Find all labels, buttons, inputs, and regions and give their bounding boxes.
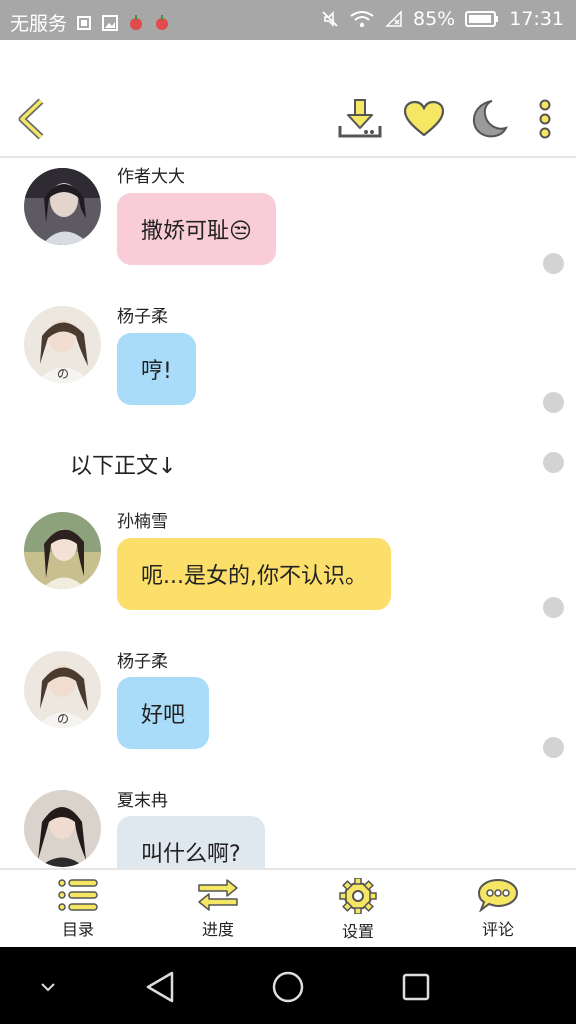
sender-name: 夏末冉 [117,791,168,811]
signal-icon [385,10,402,27]
avatar[interactable]: の [24,306,101,383]
message-dot[interactable] [543,452,564,473]
chevron-down-icon [41,983,55,992]
download-button[interactable] [337,96,383,142]
swap-arrows-icon [198,879,238,911]
bottom-nav: 目录 进度 设置 评论 [0,868,576,947]
message-bubble[interactable]: 哼! [117,333,196,405]
svg-text:の: の [57,712,69,726]
more-vertical-icon [539,99,551,139]
narration-text: 以下正文↓ [70,454,177,479]
recents-nav-button[interactable] [396,967,436,1007]
gear-icon [339,878,377,914]
sender-name: 孙楠雪 [117,512,168,532]
wifi-icon [350,11,374,28]
square-recents-icon [402,973,430,1001]
message-bubble[interactable]: 叫什么啊? [117,816,265,868]
reader-toolbar [0,40,576,158]
chevron-left-icon [18,98,44,140]
message-bubble[interactable]: 好吧 [117,677,210,749]
home-nav-button[interactable] [268,967,308,1007]
mute-icon [322,11,338,27]
battery-icon [465,11,499,27]
message-dot[interactable] [543,392,564,413]
status-bar: 无服务 85% 17:31 [0,0,576,40]
sender-name: 作者大大 [117,167,185,187]
usb-icon [77,15,92,30]
more-button[interactable] [522,96,568,142]
heart-icon [403,100,445,137]
avatar[interactable] [24,512,101,589]
system-nav-bar [0,947,576,1024]
hide-nav-button[interactable] [28,967,68,1007]
app-notification-icon [156,14,169,30]
favorite-button[interactable] [401,96,447,142]
night-mode-button[interactable] [465,96,511,142]
sender-name: 杨子柔 [117,307,168,327]
nav-settings[interactable]: 设置 [308,878,408,942]
nav-catalog[interactable]: 目录 [28,878,128,940]
clock: 17:31 [509,8,564,30]
chat-content[interactable]: 作者大大 撒娇可耻😒 の 杨子柔 哼! 以下正文↓ 孙楠雪 呃...是女的,你不… [0,160,576,868]
triangle-back-icon [146,971,174,1003]
image-icon [102,14,119,31]
list-icon [58,879,98,911]
circle-home-icon [272,971,304,1003]
download-icon [338,99,382,138]
avatar[interactable] [24,168,101,245]
nav-settings-label: 设置 [341,922,374,941]
message-dot[interactable] [543,597,564,618]
comment-bubble-icon [477,878,519,912]
battery-percent: 85% [413,8,456,30]
sender-name: 杨子柔 [117,652,168,672]
back-nav-button[interactable] [140,967,180,1007]
nav-comments[interactable]: 评论 [448,878,548,940]
moon-icon [472,100,508,138]
nav-progress[interactable]: 进度 [168,878,268,940]
message-dot[interactable] [543,737,564,758]
svg-text:の: の [57,367,69,381]
message-dot[interactable] [543,253,564,274]
app-notification-icon [130,14,143,30]
nav-comments-label: 评论 [481,920,514,939]
nav-catalog-label: 目录 [61,920,94,939]
carrier-text: 无服务 [10,13,68,35]
back-button[interactable] [8,96,54,142]
avatar[interactable]: の [24,651,101,728]
avatar[interactable] [24,790,101,867]
message-bubble[interactable]: 撒娇可耻😒 [117,193,276,265]
message-bubble[interactable]: 呃...是女的,你不认识。 [117,538,391,610]
nav-progress-label: 进度 [201,920,234,939]
